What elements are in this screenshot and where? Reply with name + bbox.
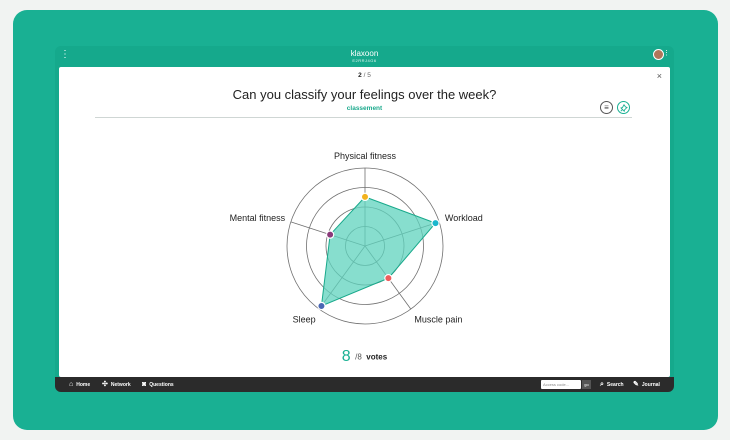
radar-axis-label: Physical fitness bbox=[334, 151, 397, 161]
brand: klaxoon E2RRJ4G6 bbox=[55, 49, 674, 63]
radar-axis-label: Muscle pain bbox=[414, 315, 462, 325]
brand-name: klaxoon bbox=[350, 49, 379, 58]
radar-point-workload[interactable] bbox=[431, 218, 440, 228]
radar-axis-label: Workload bbox=[445, 213, 483, 223]
question-panel: 2 / 5 × Can you classify your feelings o… bbox=[59, 67, 670, 377]
radar-axis-label: Mental fitness bbox=[230, 213, 286, 223]
search-icon: ⌕ bbox=[600, 381, 604, 388]
nav-journal[interactable]: ✎ Journal bbox=[633, 377, 660, 392]
nav-search-label: Search bbox=[606, 381, 624, 388]
nav-home-label: Home bbox=[76, 381, 91, 388]
user-menu-icon[interactable]: ⋮ bbox=[663, 50, 670, 57]
questions-icon: ◙ bbox=[142, 381, 147, 388]
bottom-bar: ⌂ Home ✣ Network ◙ Questions Access code… bbox=[55, 377, 674, 392]
radar-point-physical-fitness[interactable] bbox=[360, 192, 370, 202]
nav-search[interactable]: ⌕ Search bbox=[600, 377, 624, 392]
nav-network-label: Network bbox=[110, 381, 131, 388]
nav-questions-label: Questions bbox=[149, 381, 174, 388]
app-window: ⋮ klaxoon E2RRJ4G6 ⋮ 2 / 5 × Can you cla… bbox=[55, 46, 674, 392]
nav-network[interactable]: ✣ Network bbox=[102, 377, 131, 392]
journal-icon: ✎ bbox=[633, 381, 639, 388]
radar-point-sleep[interactable] bbox=[317, 301, 326, 311]
nav-journal-label: Journal bbox=[641, 381, 660, 388]
votes-label: votes bbox=[366, 352, 388, 362]
nav-home[interactable]: ⌂ Home bbox=[69, 377, 90, 392]
home-icon: ⌂ bbox=[69, 381, 74, 388]
radar-point-mental-fitness[interactable] bbox=[325, 230, 335, 239]
radar-axis-label: Sleep bbox=[293, 315, 316, 325]
access-code-input[interactable]: Access code... bbox=[541, 380, 581, 389]
radar-chart: Physical fitness Workload Muscle pain Sleep… bbox=[230, 151, 483, 325]
radar-area bbox=[320, 196, 437, 307]
votes-total: /8 bbox=[355, 352, 362, 362]
votes-summary: 8 /8 votes bbox=[59, 348, 670, 366]
top-bar: ⋮ klaxoon E2RRJ4G6 ⋮ bbox=[55, 46, 674, 66]
nav-questions[interactable]: ◙ Questions bbox=[142, 377, 174, 392]
go-button[interactable]: go bbox=[582, 380, 591, 389]
votes-count: 8 bbox=[341, 348, 351, 365]
network-icon: ✣ bbox=[102, 381, 108, 388]
session-code: E2RRJ4G6 bbox=[352, 58, 377, 63]
radar-point-muscle-pain[interactable] bbox=[384, 273, 393, 283]
